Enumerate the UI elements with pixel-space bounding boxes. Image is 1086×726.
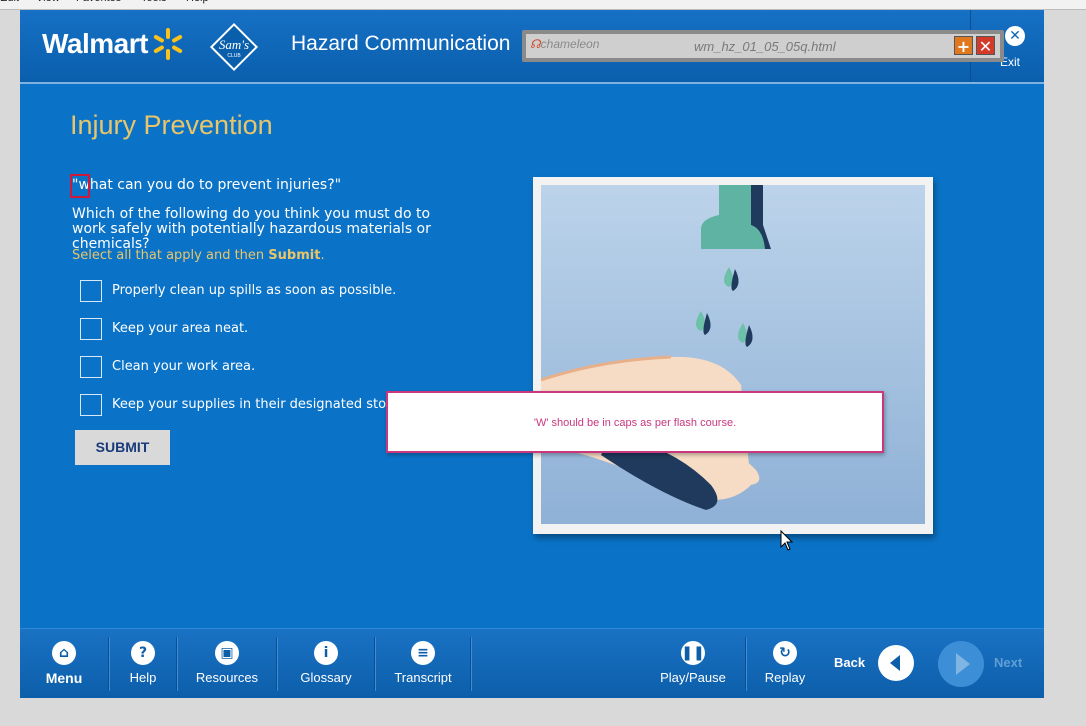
option-label: Keep your area neat. <box>112 321 249 336</box>
document-icon: ▣ <box>215 641 239 665</box>
course-stage: Walmart Sam's CLUB Hazard Communication … <box>20 10 1044 698</box>
next-label: Next <box>994 655 1023 670</box>
chevron-left-icon <box>890 655 900 671</box>
hand-washing-illustration <box>540 185 925 524</box>
walmart-spark-icon <box>153 28 183 60</box>
review-comment-text: 'W' should be in caps as per flash cours… <box>533 417 737 429</box>
list-icon: ≡ <box>411 641 435 665</box>
replay-button[interactable]: ↻ Replay <box>748 629 822 698</box>
review-highlight-box <box>70 174 90 198</box>
pause-icon: ❚❚ <box>681 641 705 665</box>
page-title: Injury Prevention <box>70 110 273 140</box>
menu-help[interactable]: Help <box>186 0 209 4</box>
course-title: Hazard Communication <box>291 32 511 55</box>
option-label: Keep your supplies in their designated s… <box>112 397 416 412</box>
file-name: wm_hz_01_05_05q.html <box>694 39 836 54</box>
menu-view[interactable]: View <box>36 0 60 4</box>
option-checkbox[interactable] <box>80 394 102 416</box>
play-pause-button[interactable]: ❚❚ Play/Pause <box>650 629 736 698</box>
replay-icon: ↻ <box>773 641 797 665</box>
next-button <box>938 641 984 687</box>
menu-favorites[interactable]: Favorites <box>76 0 121 4</box>
menu-tools[interactable]: Tools <box>141 0 167 4</box>
question-text: Which of the following do you think you … <box>72 206 431 252</box>
help-button[interactable]: ? Help <box>110 629 176 698</box>
course-nav-bar: ⌂ Menu ? Help ▣ Resources i Glossary ≡ T… <box>20 628 1044 698</box>
review-comment-popup[interactable]: 'W' should be in caps as per flash cours… <box>386 391 884 453</box>
menu-edit[interactable]: Edit <box>0 0 19 4</box>
back-label: Back <box>834 655 866 670</box>
back-button[interactable] <box>878 645 914 681</box>
close-toolbar-button[interactable]: ✕ <box>976 36 995 56</box>
question-icon: ? <box>131 641 155 665</box>
transcript-button[interactable]: ≡ Transcript <box>376 629 470 698</box>
submit-button[interactable]: SUBMIT <box>75 430 170 465</box>
walmart-logo: Walmart <box>42 28 148 59</box>
instruction-text: Select all that apply and then Submit. <box>72 248 325 263</box>
nav-divider <box>745 637 747 691</box>
option-label: Properly clean up spills as soon as poss… <box>112 283 397 298</box>
resources-button[interactable]: ▣ Resources <box>178 629 276 698</box>
info-icon: i <box>314 641 338 665</box>
menu-button[interactable]: ⌂ Menu <box>20 629 108 698</box>
chameleon-review-bar: ☊chameleon wm_hz_01_05_05q.html + ✕ <box>522 30 1004 62</box>
sams-club-logo: Sam's CLUB <box>206 19 262 75</box>
option-checkbox[interactable] <box>80 356 102 378</box>
browser-menubar: Edit View Favorites Tools Help <box>0 0 1086 10</box>
nav-divider <box>470 637 472 691</box>
chameleon-logo: ☊chameleon <box>530 37 600 51</box>
option-label: Clean your work area. <box>112 359 256 374</box>
mouse-cursor-icon <box>780 530 794 551</box>
close-icon: ✕ <box>1005 26 1025 46</box>
add-comment-button[interactable]: + <box>954 36 973 56</box>
option-checkbox[interactable] <box>80 280 102 302</box>
chevron-right-icon <box>956 653 970 675</box>
illustration-frame <box>533 177 933 534</box>
glossary-button[interactable]: i Glossary <box>278 629 374 698</box>
option-checkbox[interactable] <box>80 318 102 340</box>
home-icon: ⌂ <box>52 641 76 665</box>
question-quote: "what can you do to prevent injuries?" <box>72 177 342 193</box>
